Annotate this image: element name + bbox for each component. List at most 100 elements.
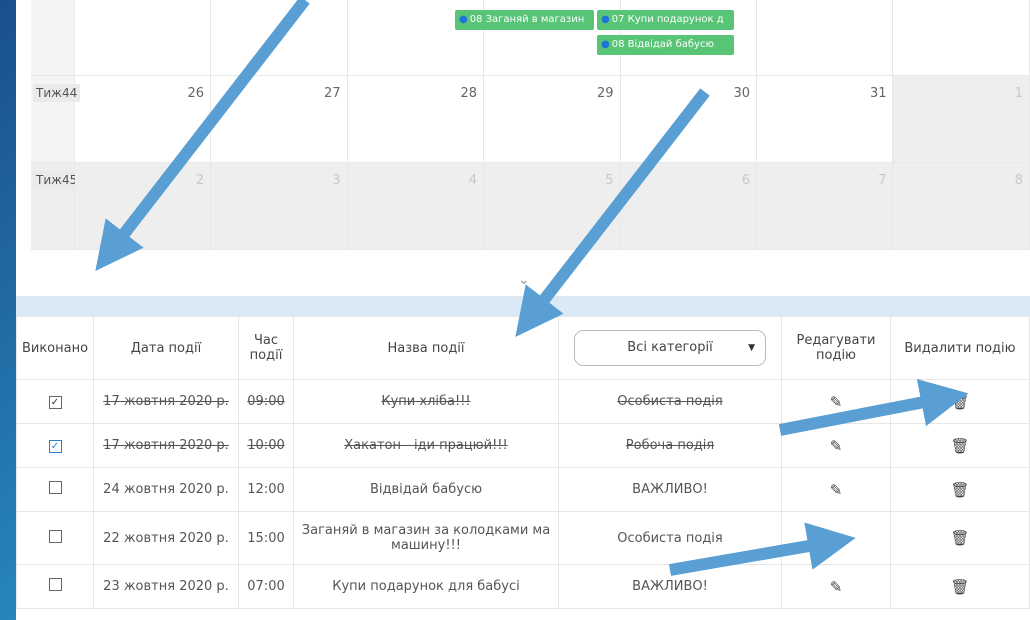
calendar-day-cell[interactable]: 7 <box>757 163 894 250</box>
delete-cell: 🗑 <box>890 511 1030 565</box>
calendar-day-cell[interactable]: 30 <box>620 76 757 163</box>
week-number-cell: Тиж45 <box>31 163 81 250</box>
calendar-day-cell[interactable]: 4 <box>347 163 485 250</box>
pencil-icon[interactable]: ✎ <box>830 529 843 547</box>
day-number: 31 <box>869 86 887 101</box>
time-cell: 12:00 <box>238 467 294 512</box>
week-label: Тиж44 <box>33 84 81 102</box>
day-number: 3 <box>332 173 341 188</box>
calendar-day-cell[interactable] <box>757 0 894 76</box>
header-date[interactable]: Дата події <box>93 316 239 380</box>
section-divider <box>16 296 1030 316</box>
name-cell: Купи подарунок для бабусі <box>293 564 559 609</box>
calendar-week-row: Тиж44 26 27 28 29 30 31 1 <box>31 76 1030 163</box>
trash-icon[interactable]: 🗑 <box>950 578 969 596</box>
calendar-event[interactable]: ● 08 Відвідай бабусю <box>597 35 734 55</box>
delete-cell: 🗑 <box>890 423 1030 468</box>
calendar-event[interactable]: ● 07 Купи подарунок д <box>597 10 734 30</box>
calendar-day-cell[interactable]: 3 <box>211 163 348 250</box>
edit-cell: ✎ <box>781 564 891 609</box>
trash-icon[interactable]: 🗑 <box>950 481 969 499</box>
delete-cell: 🗑 <box>890 467 1030 512</box>
day-number: 5 <box>605 173 614 188</box>
event-title: 07 Купи подарунок д <box>611 14 724 25</box>
done-checkbox[interactable] <box>48 481 62 494</box>
pencil-icon[interactable]: ✎ <box>830 437 843 455</box>
trash-icon[interactable]: 🗑 <box>950 437 969 455</box>
calendar-day-cell[interactable]: 1 <box>893 76 1030 163</box>
table-row: ✓ 17 жовтня 2020 р. 09:00 Купи хліба!!! … <box>16 379 1030 424</box>
time-cell: 10:00 <box>238 423 294 468</box>
done-cell <box>16 511 94 565</box>
calendar-event[interactable]: ● 08 Заганяй в магазин <box>455 10 594 30</box>
date-cell: 17 жовтня 2020 р. <box>93 379 239 424</box>
pencil-icon[interactable]: ✎ <box>830 393 843 411</box>
done-checkbox[interactable] <box>48 578 62 591</box>
calendar-day-cell[interactable]: 26 <box>74 76 212 163</box>
calendar-day-cell[interactable] <box>893 0 1030 76</box>
name-cell: Купи хліба!!! <box>293 379 559 424</box>
category-select[interactable]: Всі категорії ▼ <box>574 330 766 366</box>
calendar-day-cell[interactable] <box>211 0 348 76</box>
done-checkbox[interactable] <box>48 529 62 543</box>
category-cell: Особиста подія <box>558 379 782 424</box>
table-row: 24 жовтня 2020 р. 12:00 Відвідай бабусю … <box>16 467 1030 512</box>
done-checkbox[interactable]: ✓ <box>48 396 62 409</box>
event-dot-icon: ● <box>459 14 468 25</box>
table-row: 23 жовтня 2020 р. 07:00 Купи подарунок д… <box>16 564 1030 609</box>
day-number: 30 <box>733 86 750 101</box>
table-row: ✓ 17 жовтня 2020 р. 10:00 Хакатон - іди … <box>16 423 1030 468</box>
calendar-day-cell[interactable]: 29 <box>484 76 621 163</box>
day-number: 7 <box>878 173 887 188</box>
calendar-week-row: Тиж45 2 3 4 5 6 7 8 <box>31 163 1030 250</box>
day-number: 2 <box>195 173 205 188</box>
day-number: 6 <box>741 173 750 188</box>
done-cell: ✓ <box>16 423 94 468</box>
edit-cell: ✎ <box>781 467 891 512</box>
done-cell <box>16 467 94 512</box>
chevron-down-icon[interactable]: ⌄ <box>518 272 530 288</box>
event-title: 08 Відвідай бабусю <box>611 39 714 50</box>
header-time[interactable]: Час події <box>238 316 294 380</box>
calendar-day-cell[interactable]: 2 <box>74 163 212 250</box>
date-cell: 24 жовтня 2020 р. <box>93 467 239 512</box>
time-cell: 09:00 <box>238 379 294 424</box>
event-dot-icon: ● <box>601 14 610 25</box>
week-label: Тиж45 <box>33 171 81 189</box>
calendar-day-cell[interactable]: 8 <box>893 163 1030 250</box>
event-title: 08 Заганяй в магазин <box>469 14 585 25</box>
category-select-value: Всі категорії <box>627 340 713 355</box>
done-cell: ✓ <box>16 379 94 424</box>
day-number: 4 <box>468 173 478 188</box>
delete-cell: 🗑 <box>890 564 1030 609</box>
header-name[interactable]: Назва події <box>293 316 559 380</box>
category-cell: Особиста подія <box>558 511 782 565</box>
pencil-icon[interactable]: ✎ <box>830 481 843 499</box>
header-done[interactable]: Виконано <box>16 316 94 380</box>
calendar-day-cell[interactable]: 5 <box>484 163 621 250</box>
date-cell: 23 жовтня 2020 р. <box>93 564 239 609</box>
name-cell: Відвідай бабусю <box>293 467 559 512</box>
category-cell: ВАЖЛИВО! <box>558 467 782 512</box>
time-cell: 07:00 <box>238 564 294 609</box>
calendar-day-cell[interactable]: 31 <box>757 76 894 163</box>
pencil-icon[interactable]: ✎ <box>830 578 843 596</box>
day-number: 8 <box>1014 173 1023 188</box>
date-cell: 17 жовтня 2020 р. <box>93 423 239 468</box>
day-number: 28 <box>460 86 478 101</box>
day-number: 27 <box>324 86 341 101</box>
table-row: 22 жовтня 2020 р. 15:00 Заганяй в магази… <box>16 511 1030 565</box>
trash-icon[interactable]: 🗑 <box>950 393 969 411</box>
name-cell: Хакатон - іди працюй!!! <box>293 423 559 468</box>
calendar-day-cell[interactable] <box>74 0 212 76</box>
delete-cell: 🗑 <box>890 379 1030 424</box>
header-edit: Редагувати подію <box>781 316 891 380</box>
calendar-day-cell[interactable]: 28 <box>347 76 485 163</box>
calendar-day-cell[interactable]: 27 <box>211 76 348 163</box>
done-checkbox[interactable]: ✓ <box>48 440 62 453</box>
time-cell: 15:00 <box>238 511 294 565</box>
trash-icon[interactable]: 🗑 <box>950 529 969 547</box>
date-cell: 22 жовтня 2020 р. <box>93 511 239 565</box>
calendar-day-cell[interactable]: 6 <box>620 163 757 250</box>
week-number-cell <box>31 0 75 76</box>
